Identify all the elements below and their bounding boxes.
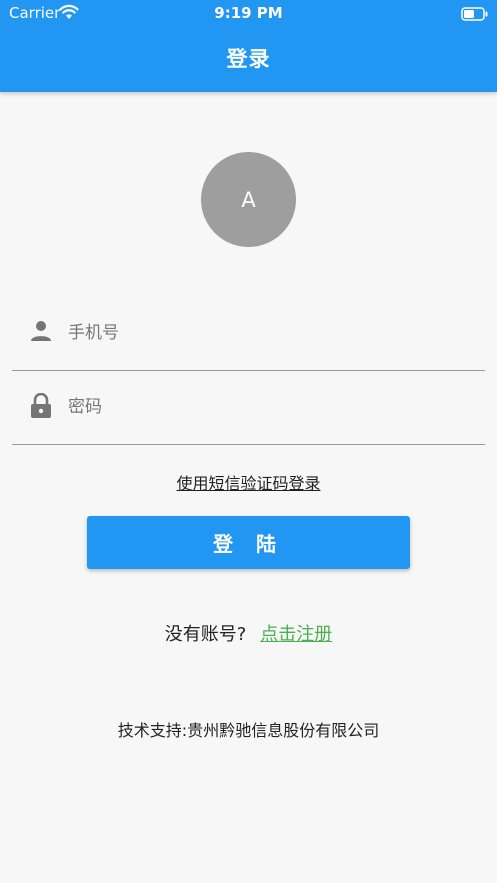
battery-icon xyxy=(461,6,489,25)
phone-field[interactable] xyxy=(12,294,485,371)
status-time: 9:19 PM xyxy=(214,4,283,22)
login-button[interactable]: 登 陆 xyxy=(87,516,410,569)
register-prompt: 没有账号? xyxy=(164,624,247,645)
lock-icon xyxy=(30,392,52,423)
password-input[interactable] xyxy=(68,392,468,422)
password-field[interactable] xyxy=(12,368,485,445)
page-title: 登录 xyxy=(226,47,271,71)
person-icon xyxy=(30,320,52,346)
avatar-initial: A xyxy=(241,187,256,212)
register-link[interactable]: 点击注册 xyxy=(260,624,332,645)
status-bar: Carrier 9:19 PM xyxy=(0,0,497,26)
avatar: A xyxy=(201,152,296,247)
register-row: 没有账号? 点击注册 xyxy=(0,620,497,646)
app-bar: Carrier 9:19 PM 登录 xyxy=(0,0,497,92)
tech-support-footer: 技术支持:贵州黔驰信息股份有限公司 xyxy=(117,721,380,740)
sms-login-link[interactable]: 使用短信验证码登录 xyxy=(0,470,497,494)
phone-input[interactable] xyxy=(68,318,468,348)
